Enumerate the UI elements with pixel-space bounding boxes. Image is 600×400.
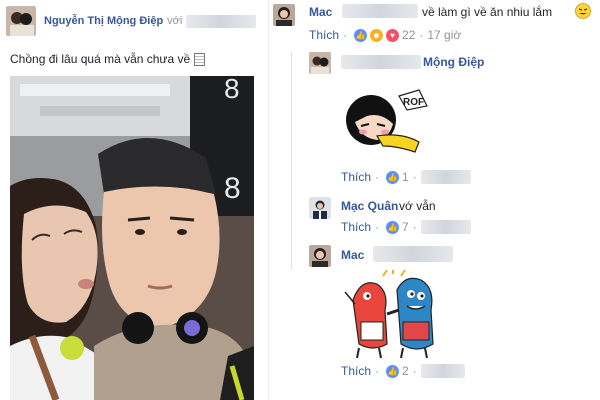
- like-link[interactable]: Thích: [341, 220, 371, 234]
- haha-icon: ☻: [370, 28, 384, 42]
- reaction-count[interactable]: 2: [402, 364, 409, 378]
- separator-dot: ·: [412, 170, 417, 184]
- like-link[interactable]: Thích: [341, 170, 371, 184]
- reaction-count[interactable]: 1: [402, 170, 409, 184]
- reply-thread-line: [291, 52, 292, 270]
- comment-avatar[interactable]: [309, 52, 331, 74]
- separator-dot: ·: [375, 364, 380, 378]
- comment-text: về làm gì về ăn nhiu lắm: [422, 5, 553, 19]
- like-icon: 👍: [386, 170, 400, 184]
- comment-time[interactable]: 17 giờ: [427, 28, 461, 42]
- blurred-name: [342, 4, 418, 18]
- separator-dot: ·: [375, 220, 380, 234]
- emoji-icon: [575, 3, 591, 24]
- sticker-text: ROF: [403, 97, 424, 108]
- post-text: Chồng đi lâu quá mà vẫn chưa về: [10, 52, 206, 66]
- reaction-count[interactable]: 7: [402, 220, 409, 234]
- separator-dot: ·: [419, 28, 424, 42]
- comment-actions: Thích · 👍 1 ·: [341, 170, 471, 184]
- comment-author[interactable]: Mộng Điệp: [423, 55, 484, 69]
- emoji-icon: [194, 52, 206, 66]
- reaction-count[interactable]: 22: [402, 28, 415, 42]
- comments-panel: Mac về làm gì về ăn nhiu lắm Thích · 👍 ☻…: [268, 0, 600, 400]
- love-icon: ♥: [386, 28, 400, 42]
- comment-text: vớ vẫn: [399, 199, 436, 213]
- post-photo[interactable]: 8 8: [10, 76, 254, 400]
- post-author-suffix: với: [167, 15, 183, 27]
- comment-actions: Thích · 👍 2 ·: [341, 364, 465, 378]
- comment-avatar[interactable]: [309, 245, 331, 267]
- like-icon: 👍: [386, 220, 400, 234]
- comment-author[interactable]: Mạc Quân: [341, 199, 398, 213]
- blurred-name: [186, 14, 257, 28]
- like-icon: 👍: [354, 28, 368, 42]
- blurred-time: [420, 220, 471, 234]
- comment-avatar[interactable]: [309, 197, 331, 219]
- svg-text:8: 8: [224, 76, 240, 104]
- comment-actions: Thích · 👍 7 ·: [341, 220, 471, 234]
- sticker: ROF: [341, 80, 431, 165]
- post-text-content: Chồng đi lâu quá mà vẫn chưa về: [10, 52, 191, 66]
- blurred-time: [420, 364, 465, 378]
- separator-dot: ·: [343, 28, 348, 42]
- comment-avatar[interactable]: [273, 4, 295, 26]
- separator-dot: ·: [412, 220, 417, 234]
- like-icon: 👍: [386, 364, 400, 378]
- comment-author[interactable]: Mac: [341, 248, 364, 262]
- separator-dot: ·: [375, 170, 380, 184]
- post-author-avatar[interactable]: [6, 6, 36, 36]
- like-link[interactable]: Thích: [309, 28, 339, 42]
- svg-text:8: 8: [224, 172, 241, 205]
- post-author-name[interactable]: Nguyễn Thị Mộng Điệp: [44, 15, 163, 27]
- comment-actions: Thích · 👍 ☻ ♥ 22 · 17 giờ: [309, 28, 461, 42]
- blurred-time: [420, 170, 471, 184]
- separator-dot: ·: [412, 364, 417, 378]
- blurred-name: [373, 246, 453, 262]
- like-link[interactable]: Thích: [341, 364, 371, 378]
- blurred-name: [341, 55, 421, 69]
- post-header: Nguyễn Thị Mộng Điệp với: [6, 6, 257, 36]
- sticker: [343, 268, 443, 365]
- comment-author[interactable]: Mac: [309, 5, 332, 19]
- post-card: Nguyễn Thị Mộng Điệp với Chồng đi lâu qu…: [0, 0, 265, 400]
